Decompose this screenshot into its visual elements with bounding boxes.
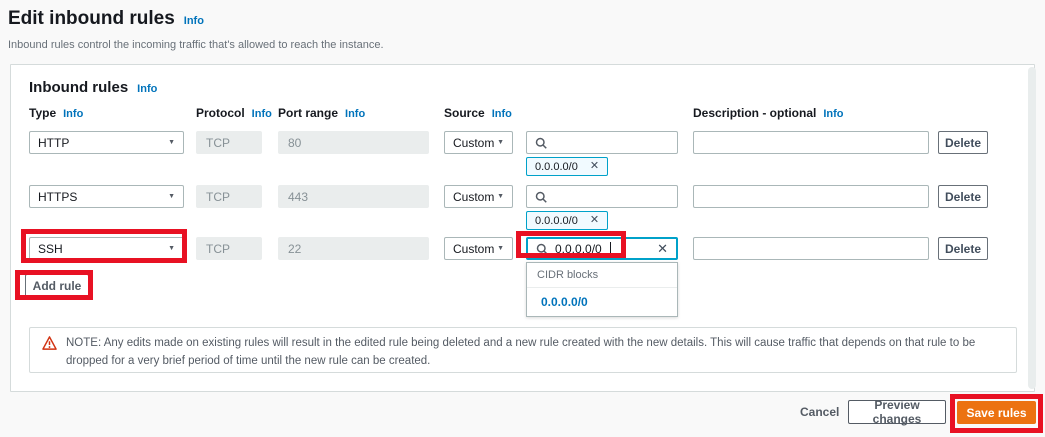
cancel-button[interactable]: Cancel <box>800 405 839 419</box>
page-title-info-link[interactable]: Info <box>184 15 204 27</box>
description-input-row1[interactable] <box>693 131 929 154</box>
type-select-row3[interactable]: SSH ▼ <box>29 237 184 260</box>
source-chip-row2: 0.0.0.0/0 ✕ <box>526 211 608 230</box>
source-search-row3-value: 0.0.0.0/0 <box>555 242 602 256</box>
source-chip-row2-value: 0.0.0.0/0 <box>535 215 578 227</box>
chevron-down-icon: ▼ <box>168 139 175 146</box>
close-icon[interactable]: ✕ <box>590 161 599 172</box>
column-header-protocol: ProtocolInfo <box>196 106 262 120</box>
source-mode-select-row2[interactable]: Custom ▼ <box>444 185 513 208</box>
description-cell-row2 <box>693 185 929 208</box>
port-range-field-row2: 443 <box>278 185 429 208</box>
port-range-field-row1: 80 <box>278 131 429 154</box>
type-select-row2[interactable]: HTTPS ▼ <box>29 185 184 208</box>
panel-scrollbar[interactable] <box>1028 67 1036 389</box>
panel-title-text: Inbound rules <box>29 79 128 96</box>
suggestions-group-label: CIDR blocks <box>527 263 677 288</box>
protocol-field-row1: TCP <box>196 131 262 154</box>
source-mode-select-row1[interactable]: Custom ▼ <box>444 131 513 154</box>
description-info-link[interactable]: Info <box>823 108 843 120</box>
panel-title-info-link[interactable]: Info <box>137 83 157 95</box>
source-search-input-row3[interactable]: 0.0.0.0/0 ✕ <box>526 237 678 260</box>
search-icon <box>536 243 548 255</box>
column-header-source: SourceInfo <box>444 106 513 120</box>
type-select-row1[interactable]: HTTP ▼ <box>29 131 184 154</box>
panel-title: Inbound rules Info <box>29 79 157 96</box>
source-chip-row1-value: 0.0.0.0/0 <box>535 161 578 173</box>
chevron-down-icon: ▼ <box>497 245 504 252</box>
page-header: Edit inbound rules Info Inbound rules con… <box>8 8 384 51</box>
chevron-down-icon: ▼ <box>168 193 175 200</box>
preview-changes-button[interactable]: Preview changes <box>848 400 946 424</box>
column-header-port-range: Port rangeInfo <box>278 106 429 120</box>
source-info-link[interactable]: Info <box>492 108 512 120</box>
delete-button-row1[interactable]: Delete <box>938 131 988 154</box>
protocol-field-row2: TCP <box>196 185 262 208</box>
column-header-type: TypeInfo <box>29 106 184 120</box>
column-header-description: Description - optionalInfo <box>693 106 929 120</box>
port-range-info-link[interactable]: Info <box>345 108 365 120</box>
chevron-down-icon: ▼ <box>497 193 504 200</box>
port-range-field-row3: 22 <box>278 237 429 260</box>
delete-button-row3[interactable]: Delete <box>938 237 988 260</box>
source-mode-row2-value: Custom <box>453 190 494 204</box>
edit-inbound-rules-page: Edit inbound rules Info Inbound rules con… <box>0 0 1045 437</box>
close-icon[interactable]: ✕ <box>590 215 599 226</box>
chevron-down-icon: ▼ <box>168 245 175 252</box>
source-mode-select-row3[interactable]: Custom ▼ <box>444 237 513 260</box>
note-text: NOTE: Any edits made on existing rules w… <box>66 335 1004 365</box>
page-subtitle: Inbound rules control the incoming traff… <box>8 39 384 51</box>
type-select-row3-value: SSH <box>38 242 63 256</box>
note-box: NOTE: Any edits made on existing rules w… <box>29 327 1017 373</box>
suggestion-option-cidr[interactable]: 0.0.0.0/0 <box>527 288 677 316</box>
source-mode-row1-value: Custom <box>453 136 494 150</box>
protocol-info-link[interactable]: Info <box>252 108 272 120</box>
type-select-row2-value: HTTPS <box>38 190 77 204</box>
warning-icon <box>42 336 57 350</box>
source-search-input-row1[interactable] <box>526 131 678 154</box>
search-icon <box>535 191 547 203</box>
description-input-row3[interactable] <box>693 237 929 260</box>
source-suggestions-dropdown: CIDR blocks 0.0.0.0/0 <box>526 262 678 317</box>
type-info-link[interactable]: Info <box>63 108 83 120</box>
search-icon <box>535 137 547 149</box>
inbound-rules-panel: Inbound rulesInfo TypeInfo ProtocolInfo … <box>10 64 1035 392</box>
save-rules-button[interactable]: Save rules <box>957 401 1036 424</box>
description-input-row2[interactable] <box>693 185 929 208</box>
type-select-row1-value: HTTP <box>38 136 69 150</box>
chevron-down-icon: ▼ <box>497 139 504 146</box>
clear-search-icon[interactable]: ✕ <box>657 242 668 255</box>
description-cell-row1 <box>693 131 929 154</box>
protocol-field-row3: TCP <box>196 237 262 260</box>
page-title: Edit inbound rules <box>8 8 175 29</box>
add-rule-button[interactable]: Add rule <box>25 274 89 297</box>
source-mode-row3-value: Custom <box>453 242 494 256</box>
delete-button-row2[interactable]: Delete <box>938 185 988 208</box>
source-chip-row1: 0.0.0.0/0 ✕ <box>526 157 608 176</box>
text-cursor <box>610 242 611 255</box>
source-search-input-row2[interactable] <box>526 185 678 208</box>
description-cell-row3 <box>693 237 929 260</box>
